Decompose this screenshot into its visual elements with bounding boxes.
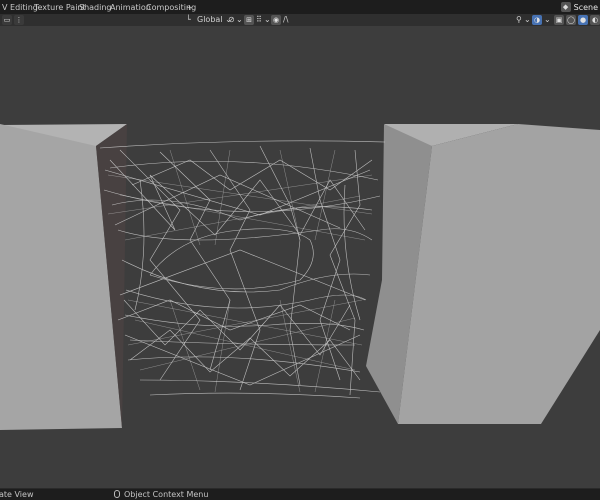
overlay-dropdown-chevron-icon[interactable]: ⌄	[544, 15, 551, 25]
editor-type-icon[interactable]: ▭	[2, 15, 12, 25]
scene-name: Scene	[573, 2, 598, 12]
xray-toggle-icon[interactable]: ▣	[554, 15, 564, 25]
status-context-menu-label: Object Context Menu	[124, 490, 209, 499]
status-bar: ate View Object Context Menu	[0, 488, 600, 500]
snap-icon[interactable]: ⊞	[244, 15, 254, 25]
proportional-edit-icon[interactable]: ◉	[271, 15, 281, 25]
pivot-icon[interactable]: ⊘	[228, 15, 235, 25]
overlay-icon[interactable]: ◑	[532, 15, 542, 25]
scene-selector[interactable]: ◆ Scene	[560, 1, 600, 13]
add-workspace-button[interactable]: +	[186, 2, 193, 13]
view-menu-icon[interactable]: ⋮	[14, 15, 24, 25]
3d-viewport[interactable]	[0, 26, 600, 488]
solid-shading-icon[interactable]: ●	[578, 15, 588, 25]
falloff-curve-icon[interactable]: /\	[283, 15, 288, 25]
view-gizmo-icon[interactable]: ⚲	[516, 15, 522, 25]
scene-icon: ◆	[560, 2, 571, 12]
viewport-scene	[0, 124, 600, 430]
orientation-dropdown[interactable]: Global ⌄	[197, 15, 232, 25]
pivot-dropdown-chevron-icon[interactable]: ⌄	[236, 15, 243, 25]
wireframe-shading-icon[interactable]: ◯	[566, 15, 576, 25]
gizmo-dropdown-chevron-icon[interactable]: ⌄	[524, 15, 531, 25]
status-rotate-view: ate View	[0, 490, 34, 499]
snap-element-icon[interactable]: ⠿	[256, 15, 262, 25]
workspace-tab-bar: V Editing Texture Paint Shading Animatio…	[0, 0, 600, 14]
status-context-menu: Object Context Menu	[114, 490, 208, 500]
viewport-header: ▭ ⋮ └ Global ⌄ ⊘ ⌄ ⊞ ⠿ ⌄ ◉ /\ ⚲ ⌄ ◑ ⌄ ▣ …	[0, 14, 600, 26]
mouse-right-icon	[114, 490, 120, 498]
orientation-label: Global	[197, 15, 223, 24]
material-shading-icon[interactable]: ◐	[590, 15, 600, 25]
cobweb-dense-strands	[107, 149, 373, 393]
snap-dropdown-chevron-icon[interactable]: ⌄	[264, 15, 271, 25]
transform-orientation-icon[interactable]: └	[186, 15, 191, 25]
